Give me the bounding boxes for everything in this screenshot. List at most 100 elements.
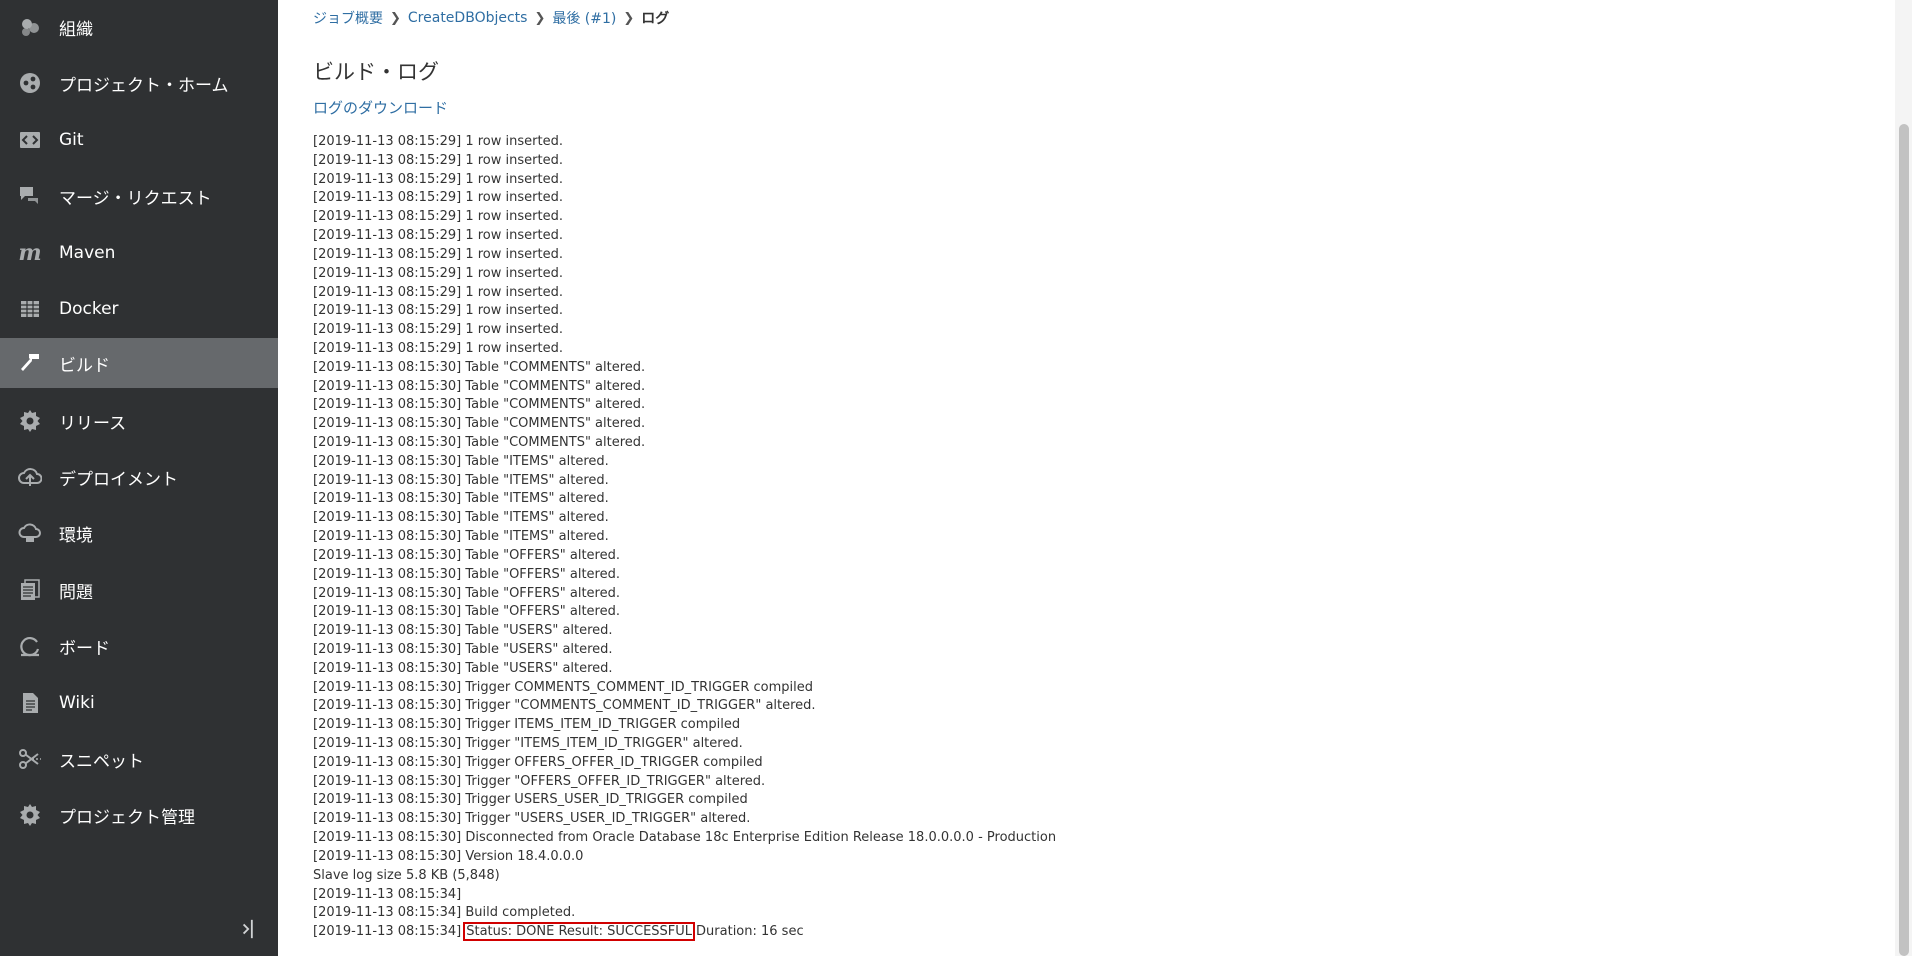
merge-request-icon [17,183,43,209]
sidebar-item-label: ビルド [59,355,110,376]
log-line: [2019-11-13 08:15:30] Table "COMMENTS" a… [313,416,646,432]
log-line: [2019-11-13 08:15:29] 1 row inserted. [313,340,563,356]
log-line: [2019-11-13 08:15:30] Table "OFFERS" alt… [313,547,620,563]
chevron-right-icon: ❯ [534,10,546,26]
log-line: [2019-11-13 08:15:30] Table "COMMENTS" a… [313,359,646,375]
log-duration: Duration: 16 sec [696,924,804,940]
chevron-right-icon: ❯ [623,10,635,26]
sidebar-item-label: 問題 [59,582,93,603]
log-line: [2019-11-13 08:15:30] Trigger OFFERS_OFF… [313,754,763,770]
docker-icon [17,296,43,322]
status-result-highlight: Status: DONE Result: SUCCESSFUL [463,922,696,942]
log-line: [2019-11-13 08:15:30] Table "ITEMS" alte… [313,529,609,545]
sidebar-item-docker[interactable]: Docker [0,284,278,334]
log-line: [2019-11-13 08:15:30] Table "OFFERS" alt… [313,566,620,582]
log-line: [2019-11-13 08:15:30] Table "COMMENTS" a… [313,378,646,394]
board-icon [17,633,43,659]
sidebar-item-boards[interactable]: ボード [0,621,278,671]
maven-icon: m [18,240,42,266]
sidebar-item-label: マージ・リクエスト [59,188,212,209]
breadcrumb-job-name[interactable]: CreateDBObjects [408,10,528,26]
build-hammer-icon [17,350,43,376]
chevron-right-icon: ❯ [390,10,401,26]
breadcrumb-current: ログ [641,11,670,27]
sidebar-item-snippets[interactable]: スニペット [0,734,278,784]
main-content: ジョブ概要 ❯ CreateDBObjects ❯ 最後 (#1) ❯ ログ ビ… [313,0,1873,956]
log-line: [2019-11-13 08:15:30] Table "OFFERS" alt… [313,585,620,601]
sidebar-item-label: 環境 [59,525,93,546]
log-line: [2019-11-13 08:15:30] Table "COMMENTS" a… [313,435,646,450]
breadcrumb: ジョブ概要 ❯ CreateDBObjects ❯ 最後 (#1) ❯ ログ [313,8,669,28]
sidebar-item-label: デプロイメント [59,469,178,490]
wiki-document-icon [17,690,43,716]
sidebar-item-deployments[interactable]: デプロイメント [0,452,278,502]
log-line: [2019-11-13 08:15:30] Trigger "COMMENTS_… [313,698,816,714]
sidebar-item-project-home[interactable]: プロジェクト・ホーム [0,58,278,108]
log-line-final: [2019-11-13 08:15:34] Status: DONE Result… [313,922,1056,942]
sidebar-item-label: Docker [59,299,119,319]
log-line: [2019-11-13 08:15:30] Version 18.4.0.0.0 [313,848,584,864]
log-line: [2019-11-13 08:15:34] [313,886,462,902]
log-line: [2019-11-13 08:15:30] Table "OFFERS" alt… [313,604,620,620]
page-title: ビルド・ログ [313,60,439,84]
log-line: [2019-11-13 08:15:29] 1 row inserted. [313,228,563,244]
log-line: Slave log size 5.8 KB (5,848) [313,867,500,883]
log-line: [2019-11-13 08:15:30] Table "ITEMS" alte… [313,510,609,526]
sidebar-item-label: Git [59,130,84,150]
sidebar-item-label: スニペット [59,751,144,772]
project-admin-gear-icon [17,802,43,828]
git-icon [17,127,43,153]
sidebar-item-project-admin[interactable]: プロジェクト管理 [0,790,278,840]
log-timestamp: [2019-11-13 08:15:34] [313,924,462,940]
snippets-scissors-icon [17,746,43,772]
organization-icon [17,14,43,40]
log-line: [2019-11-13 08:15:30] Table "ITEMS" alte… [313,491,609,507]
sidebar-item-environments[interactable]: 環境 [0,508,278,558]
sidebar-item-merge-requests[interactable]: マージ・リクエスト [0,171,278,221]
sidebar-item-label: 組織 [59,19,93,40]
log-line: [2019-11-13 08:15:29] 1 row inserted. [313,265,563,281]
collapse-sidebar-icon[interactable] [238,916,262,942]
log-line: [2019-11-13 08:15:29] 1 row inserted. [313,284,563,300]
log-line: [2019-11-13 08:15:30] Trigger ITEMS_ITEM… [313,717,741,733]
log-line: [2019-11-13 08:15:30] Table "USERS" alte… [313,660,613,676]
log-line: [2019-11-13 08:15:30] Trigger USERS_USER… [313,792,748,808]
sidebar-item-issues[interactable]: 問題 [0,565,278,615]
log-line: [2019-11-13 08:15:29] 1 row inserted. [313,322,563,338]
build-log: [2019-11-13 08:15:29] 1 row inserted. [2… [313,133,1056,942]
sidebar: 組織 プロジェクト・ホーム Git マージ・リクエスト m Maven Dock… [0,0,278,956]
scrollbar-thumb[interactable] [1899,124,1909,956]
log-line: [2019-11-13 08:15:30] Trigger "OFFERS_OF… [313,773,766,789]
sidebar-item-organization[interactable]: 組織 [0,2,278,52]
sidebar-item-label: ボード [59,638,110,659]
log-line: [2019-11-13 08:15:29] 1 row inserted. [313,171,563,187]
breadcrumb-job-overview[interactable]: ジョブ概要 [313,8,383,28]
log-line: [2019-11-13 08:15:29] 1 row inserted. [313,134,563,149]
sidebar-item-build[interactable]: ビルド [0,338,278,388]
download-log-link[interactable]: ログのダウンロード [313,97,448,118]
log-line: [2019-11-13 08:15:30] Table "USERS" alte… [313,623,613,639]
sidebar-item-git[interactable]: Git [0,115,278,165]
sidebar-item-wiki[interactable]: Wiki [0,678,278,728]
sidebar-item-maven[interactable]: m Maven [0,228,278,278]
sidebar-item-label: Maven [59,243,116,263]
log-line: [2019-11-13 08:15:34] Build completed. [313,905,576,921]
project-home-icon [17,70,43,96]
sidebar-item-label: リリース [59,413,127,434]
sidebar-item-label: Wiki [59,693,95,713]
environment-icon [17,520,43,546]
log-line: [2019-11-13 08:15:30] Table "ITEMS" alte… [313,453,609,469]
log-line: [2019-11-13 08:15:30] Trigger "USERS_USE… [313,811,751,827]
sidebar-item-label: プロジェクト管理 [59,807,195,828]
log-line: [2019-11-13 08:15:30] Table "ITEMS" alte… [313,472,609,488]
breadcrumb-latest-build[interactable]: 最後 (#1) [552,8,616,28]
release-gear-icon [17,408,43,434]
deployment-cloud-icon [17,464,43,490]
log-line: [2019-11-13 08:15:30] Trigger COMMENTS_C… [313,679,813,695]
log-line: [2019-11-13 08:15:30] Trigger "ITEMS_ITE… [313,736,743,751]
log-line: [2019-11-13 08:15:29] 1 row inserted. [313,246,563,262]
vertical-scrollbar[interactable] [1895,0,1912,956]
sidebar-item-releases[interactable]: リリース [0,396,278,446]
log-line: [2019-11-13 08:15:30] Table "USERS" alte… [313,641,613,657]
log-line: [2019-11-13 08:15:29] 1 row inserted. [313,209,563,225]
